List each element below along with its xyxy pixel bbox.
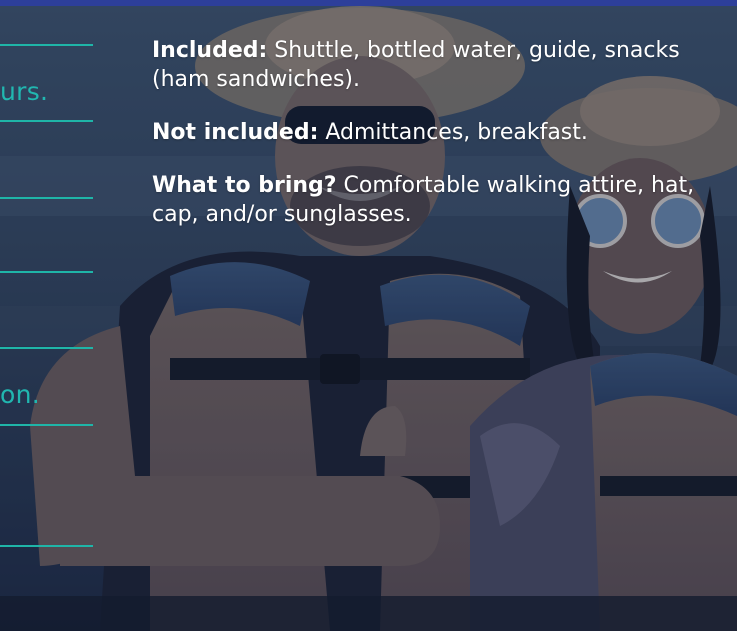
divider-line <box>0 271 93 273</box>
highlight-fragment: on. <box>0 380 40 409</box>
divider-line <box>0 120 93 122</box>
included-paragraph: Included: Shuttle, bottled water, guide,… <box>152 36 712 94</box>
tour-details-slide: urs. on. Included: Shuttle, bottled wate… <box>0 0 737 631</box>
tour-info-block: Included: Shuttle, bottled water, guide,… <box>152 36 712 253</box>
not-included-label: Not included: <box>152 120 319 145</box>
not-included-text: Admittances, breakfast. <box>318 120 588 145</box>
divider-line <box>0 545 93 547</box>
divider-line <box>0 347 93 349</box>
what-to-bring-paragraph: What to bring? Comfortable walking attir… <box>152 171 712 229</box>
highlight-fragment: urs. <box>0 77 49 106</box>
included-label: Included: <box>152 38 268 63</box>
divider-line <box>0 44 93 46</box>
divider-line <box>0 424 93 426</box>
left-highlights-list: urs. on. <box>0 0 100 631</box>
divider-line <box>0 197 93 199</box>
not-included-paragraph: Not included: Admittances, breakfast. <box>152 118 712 147</box>
what-to-bring-label: What to bring? <box>152 173 337 198</box>
top-accent-bar <box>0 0 737 6</box>
